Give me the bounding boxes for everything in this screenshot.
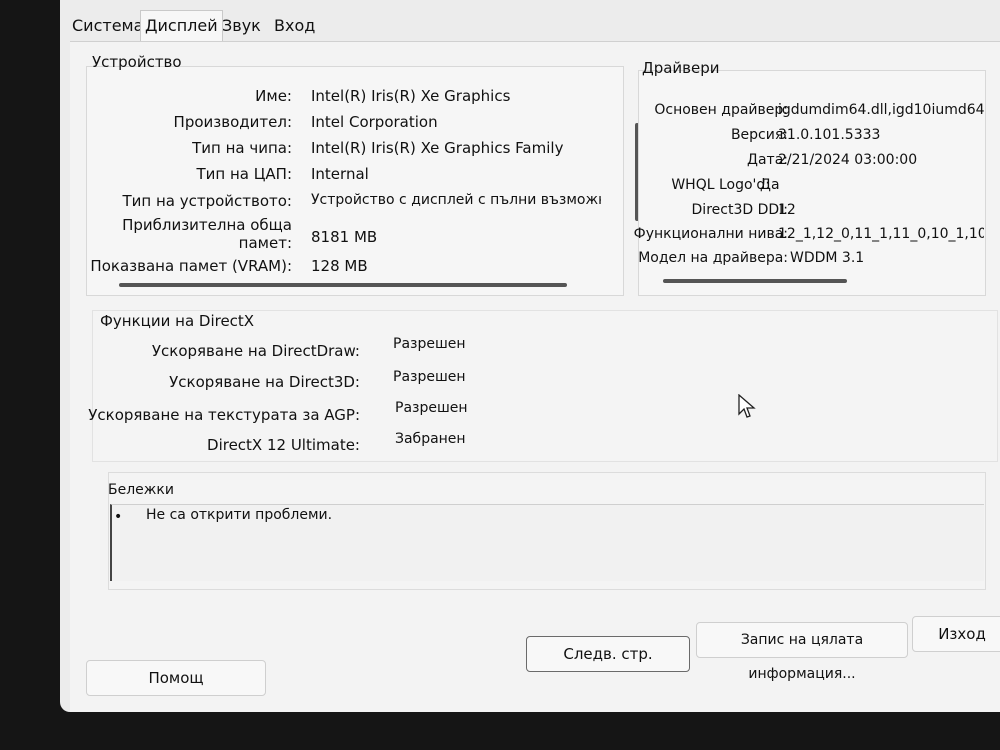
chip-type-label: Тип на чипа: xyxy=(192,139,292,157)
main-driver-value: igdumdim64.dll,igd10iumd64.dll,ig xyxy=(778,102,984,118)
device-scrollbar-horizontal[interactable] xyxy=(119,283,567,287)
version-value: 31.0.101.5333 xyxy=(778,127,881,143)
dac-type-label: Тип на ЦАП: xyxy=(196,165,293,183)
device-type-value: Устройство с дисплей с пълни възможности xyxy=(311,192,601,208)
dx12-ultimate-value: Забранен xyxy=(395,431,466,447)
tab-sound[interactable]: Звук xyxy=(218,12,265,40)
save-all-info-button[interactable]: Запис на цялата информация... xyxy=(696,622,908,682)
manufacturer-value: Intel Corporation xyxy=(311,113,438,131)
vram-value: 128 MB xyxy=(311,257,368,275)
exit-button[interactable]: Изход xyxy=(912,616,1000,652)
help-button[interactable]: Помощ xyxy=(86,660,266,696)
dx12-ultimate-label: DirectX 12 Ultimate: xyxy=(207,436,360,454)
notes-bullet: • xyxy=(114,509,123,525)
whql-label: WHQL Logo'd: xyxy=(671,177,770,193)
directx-features-title: Функции на DirectX xyxy=(100,312,255,330)
agp-texture-accel-label: Ускоряване на текстурата за AGP: xyxy=(88,406,360,424)
notes-box[interactable]: • Не са открити проблеми. xyxy=(110,504,984,581)
whql-value: Да xyxy=(760,177,780,193)
main-driver-label: Основен драйвер: xyxy=(654,102,788,118)
drivers-group-title: Драйвери xyxy=(642,59,720,77)
date-value: 2/21/2024 03:00:00 xyxy=(778,152,918,168)
next-page-button[interactable]: Следв. стр. xyxy=(526,636,690,672)
feature-levels-value: 12_1,12_0,11_1,11_0,10_1,10 xyxy=(778,226,984,242)
tab-system[interactable]: Система xyxy=(68,12,147,40)
mouse-cursor-icon xyxy=(738,394,756,418)
directdraw-accel-label: Ускоряване на DirectDraw: xyxy=(151,342,360,360)
device-name-value: Intel(R) Iris(R) Xe Graphics xyxy=(311,87,511,105)
display-tab-panel: Устройство Име: Intel(R) Iris(R) Xe Grap… xyxy=(70,41,1000,712)
total-memory-label-line2: памет: xyxy=(238,234,292,252)
drivers-scrollbar-horizontal[interactable] xyxy=(663,279,847,283)
directdraw-accel-value: Разрешен xyxy=(393,336,466,352)
direct3d-accel-value: Разрешен xyxy=(393,369,466,385)
feature-levels-label: Функционални нива: xyxy=(633,226,788,242)
notes-item: Не са открити проблеми. xyxy=(146,507,333,523)
direct3d-accel-label: Ускоряване на Direct3D: xyxy=(169,373,360,391)
device-type-label: Тип на устройството: xyxy=(122,192,292,210)
driver-model-label: Модел на драйвера: xyxy=(638,250,788,266)
tab-input[interactable]: Вход xyxy=(270,12,319,40)
vram-label: Показвана памет (VRAM): xyxy=(90,257,292,275)
total-memory-value: 8181 MB xyxy=(311,228,378,246)
tab-display[interactable]: Дисплей xyxy=(140,10,223,43)
total-memory-label-line1: Приблизителна обща xyxy=(122,216,292,234)
device-group-title: Устройство xyxy=(92,53,182,71)
dxdiag-window: Система Дисплей Звук Вход Устройство Име… xyxy=(60,0,1000,712)
agp-texture-accel-value: Разрешен xyxy=(395,400,468,416)
driver-model-value: WDDM 3.1 xyxy=(790,250,865,266)
device-name-label: Име: xyxy=(255,87,292,105)
manufacturer-label: Производител: xyxy=(173,113,292,131)
notes-title: Бележки xyxy=(108,482,174,498)
direct3d-ddi-label: Direct3D DDI: xyxy=(691,202,788,218)
direct3d-ddi-value: 12 xyxy=(778,202,796,218)
chip-type-value: Intel(R) Iris(R) Xe Graphics Family xyxy=(311,139,564,157)
dac-type-value: Internal xyxy=(311,165,369,183)
